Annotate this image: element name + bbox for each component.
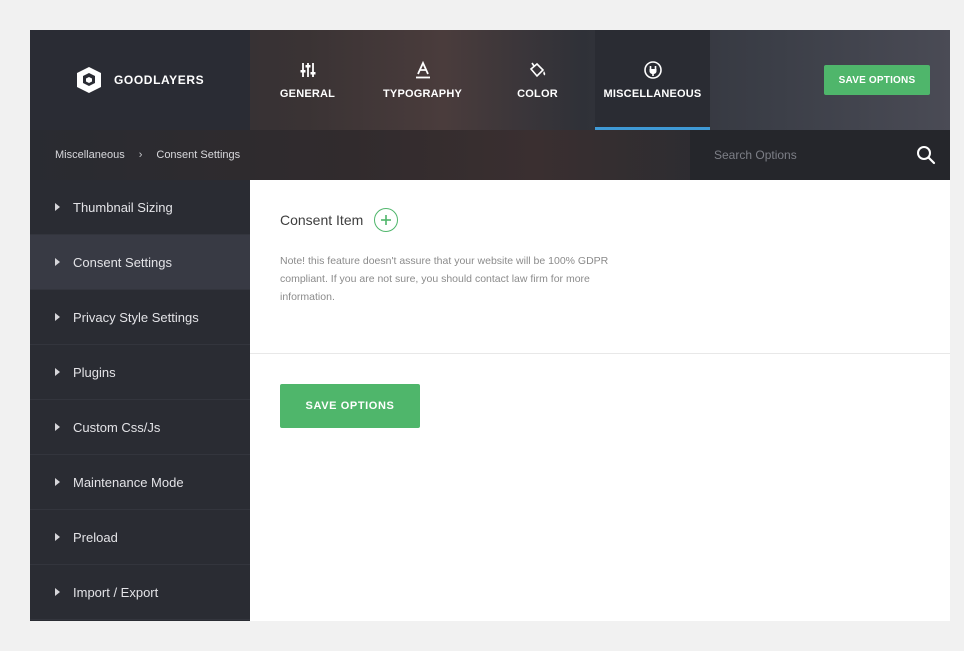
sidebar-item-label: Consent Settings	[73, 254, 173, 270]
sidebar-item-preload[interactable]: Preload	[30, 510, 250, 565]
consent-section: Consent Item Note! this feature doesn't …	[250, 180, 950, 354]
sidebar-item-label: Import / Export	[73, 584, 159, 600]
sidebar-item-maintenance-mode[interactable]: Maintenance Mode	[30, 455, 250, 510]
sidebar-item-label: Custom Css/Js	[73, 419, 161, 435]
subheader: Miscellaneous › Consent Settings	[30, 130, 950, 180]
plus-icon	[381, 215, 392, 225]
caret-right-icon	[55, 423, 60, 431]
sidebar-item-import-export[interactable]: Import / Export	[30, 565, 250, 620]
brand-name: GOODLAYERS	[114, 73, 205, 87]
plug-icon	[643, 60, 663, 80]
sidebar-item-label: Maintenance Mode	[73, 474, 184, 490]
tab-label: COLOR	[517, 88, 558, 100]
paint-bucket-icon	[528, 60, 548, 80]
sidebar-item-thumbnail-sizing[interactable]: Thumbnail Sizing	[30, 180, 250, 235]
sidebar-item-label: Preload	[73, 529, 118, 545]
save-options-button[interactable]: SAVE OPTIONS	[280, 384, 420, 428]
tab-general[interactable]: GENERAL	[250, 30, 365, 130]
tab-miscellaneous[interactable]: MISCELLANEOUS	[595, 30, 710, 130]
caret-right-icon	[55, 203, 60, 211]
sliders-icon	[298, 60, 318, 80]
tab-typography[interactable]: TYPOGRAPHY	[365, 30, 480, 130]
tab-label: GENERAL	[279, 88, 336, 100]
sidebar: Thumbnail Sizing Consent Settings Privac…	[30, 180, 250, 621]
caret-right-icon	[55, 368, 60, 376]
breadcrumb: Miscellaneous › Consent Settings	[55, 130, 240, 180]
sidebar-item-label: Privacy Style Settings	[73, 309, 199, 325]
logo[interactable]: GOODLAYERS	[30, 30, 250, 130]
breadcrumb-current: Consent Settings	[156, 149, 241, 161]
gdpr-note: Note! this feature doesn't assure that y…	[280, 255, 609, 303]
search-bar	[690, 130, 950, 180]
search-input[interactable]	[714, 140, 914, 170]
consent-item-title: Consent Item	[280, 212, 364, 228]
consent-item-row: Consent Item	[280, 208, 920, 232]
caret-right-icon	[55, 533, 60, 541]
sidebar-item-plugins[interactable]: Plugins	[30, 345, 250, 400]
search-icon[interactable]	[916, 145, 936, 165]
tab-label: TYPOGRAPHY	[382, 88, 462, 100]
main-nav: GENERAL TYPOGRAPHY COLOR MISCELLANEOUS	[250, 30, 710, 130]
main-content: Consent Item Note! this feature doesn't …	[250, 180, 950, 621]
tab-label: MISCELLANEOUS	[603, 88, 702, 100]
app-window: GOODLAYERS GENERAL TYPOGRAPHY COLOR MISC…	[30, 30, 950, 621]
header: GOODLAYERS GENERAL TYPOGRAPHY COLOR MISC…	[30, 30, 950, 130]
sidebar-item-label: Plugins	[73, 364, 116, 380]
breadcrumb-parent[interactable]: Miscellaneous	[55, 149, 125, 161]
typography-icon	[413, 60, 433, 80]
tab-color[interactable]: COLOR	[480, 30, 595, 130]
sidebar-item-consent-settings[interactable]: Consent Settings	[30, 235, 250, 290]
goodlayers-logo-icon	[77, 67, 101, 93]
breadcrumb-separator: ›	[138, 149, 143, 161]
caret-right-icon	[55, 588, 60, 596]
sidebar-item-custom-css-js[interactable]: Custom Css/Js	[30, 400, 250, 455]
caret-right-icon	[55, 258, 60, 266]
caret-right-icon	[55, 313, 60, 321]
sidebar-item-label: Thumbnail Sizing	[73, 199, 173, 215]
caret-right-icon	[55, 478, 60, 486]
add-consent-item-button[interactable]	[374, 208, 399, 232]
sidebar-item-privacy-style-settings[interactable]: Privacy Style Settings	[30, 290, 250, 345]
save-options-button-top[interactable]: SAVE OPTIONS	[824, 65, 930, 95]
